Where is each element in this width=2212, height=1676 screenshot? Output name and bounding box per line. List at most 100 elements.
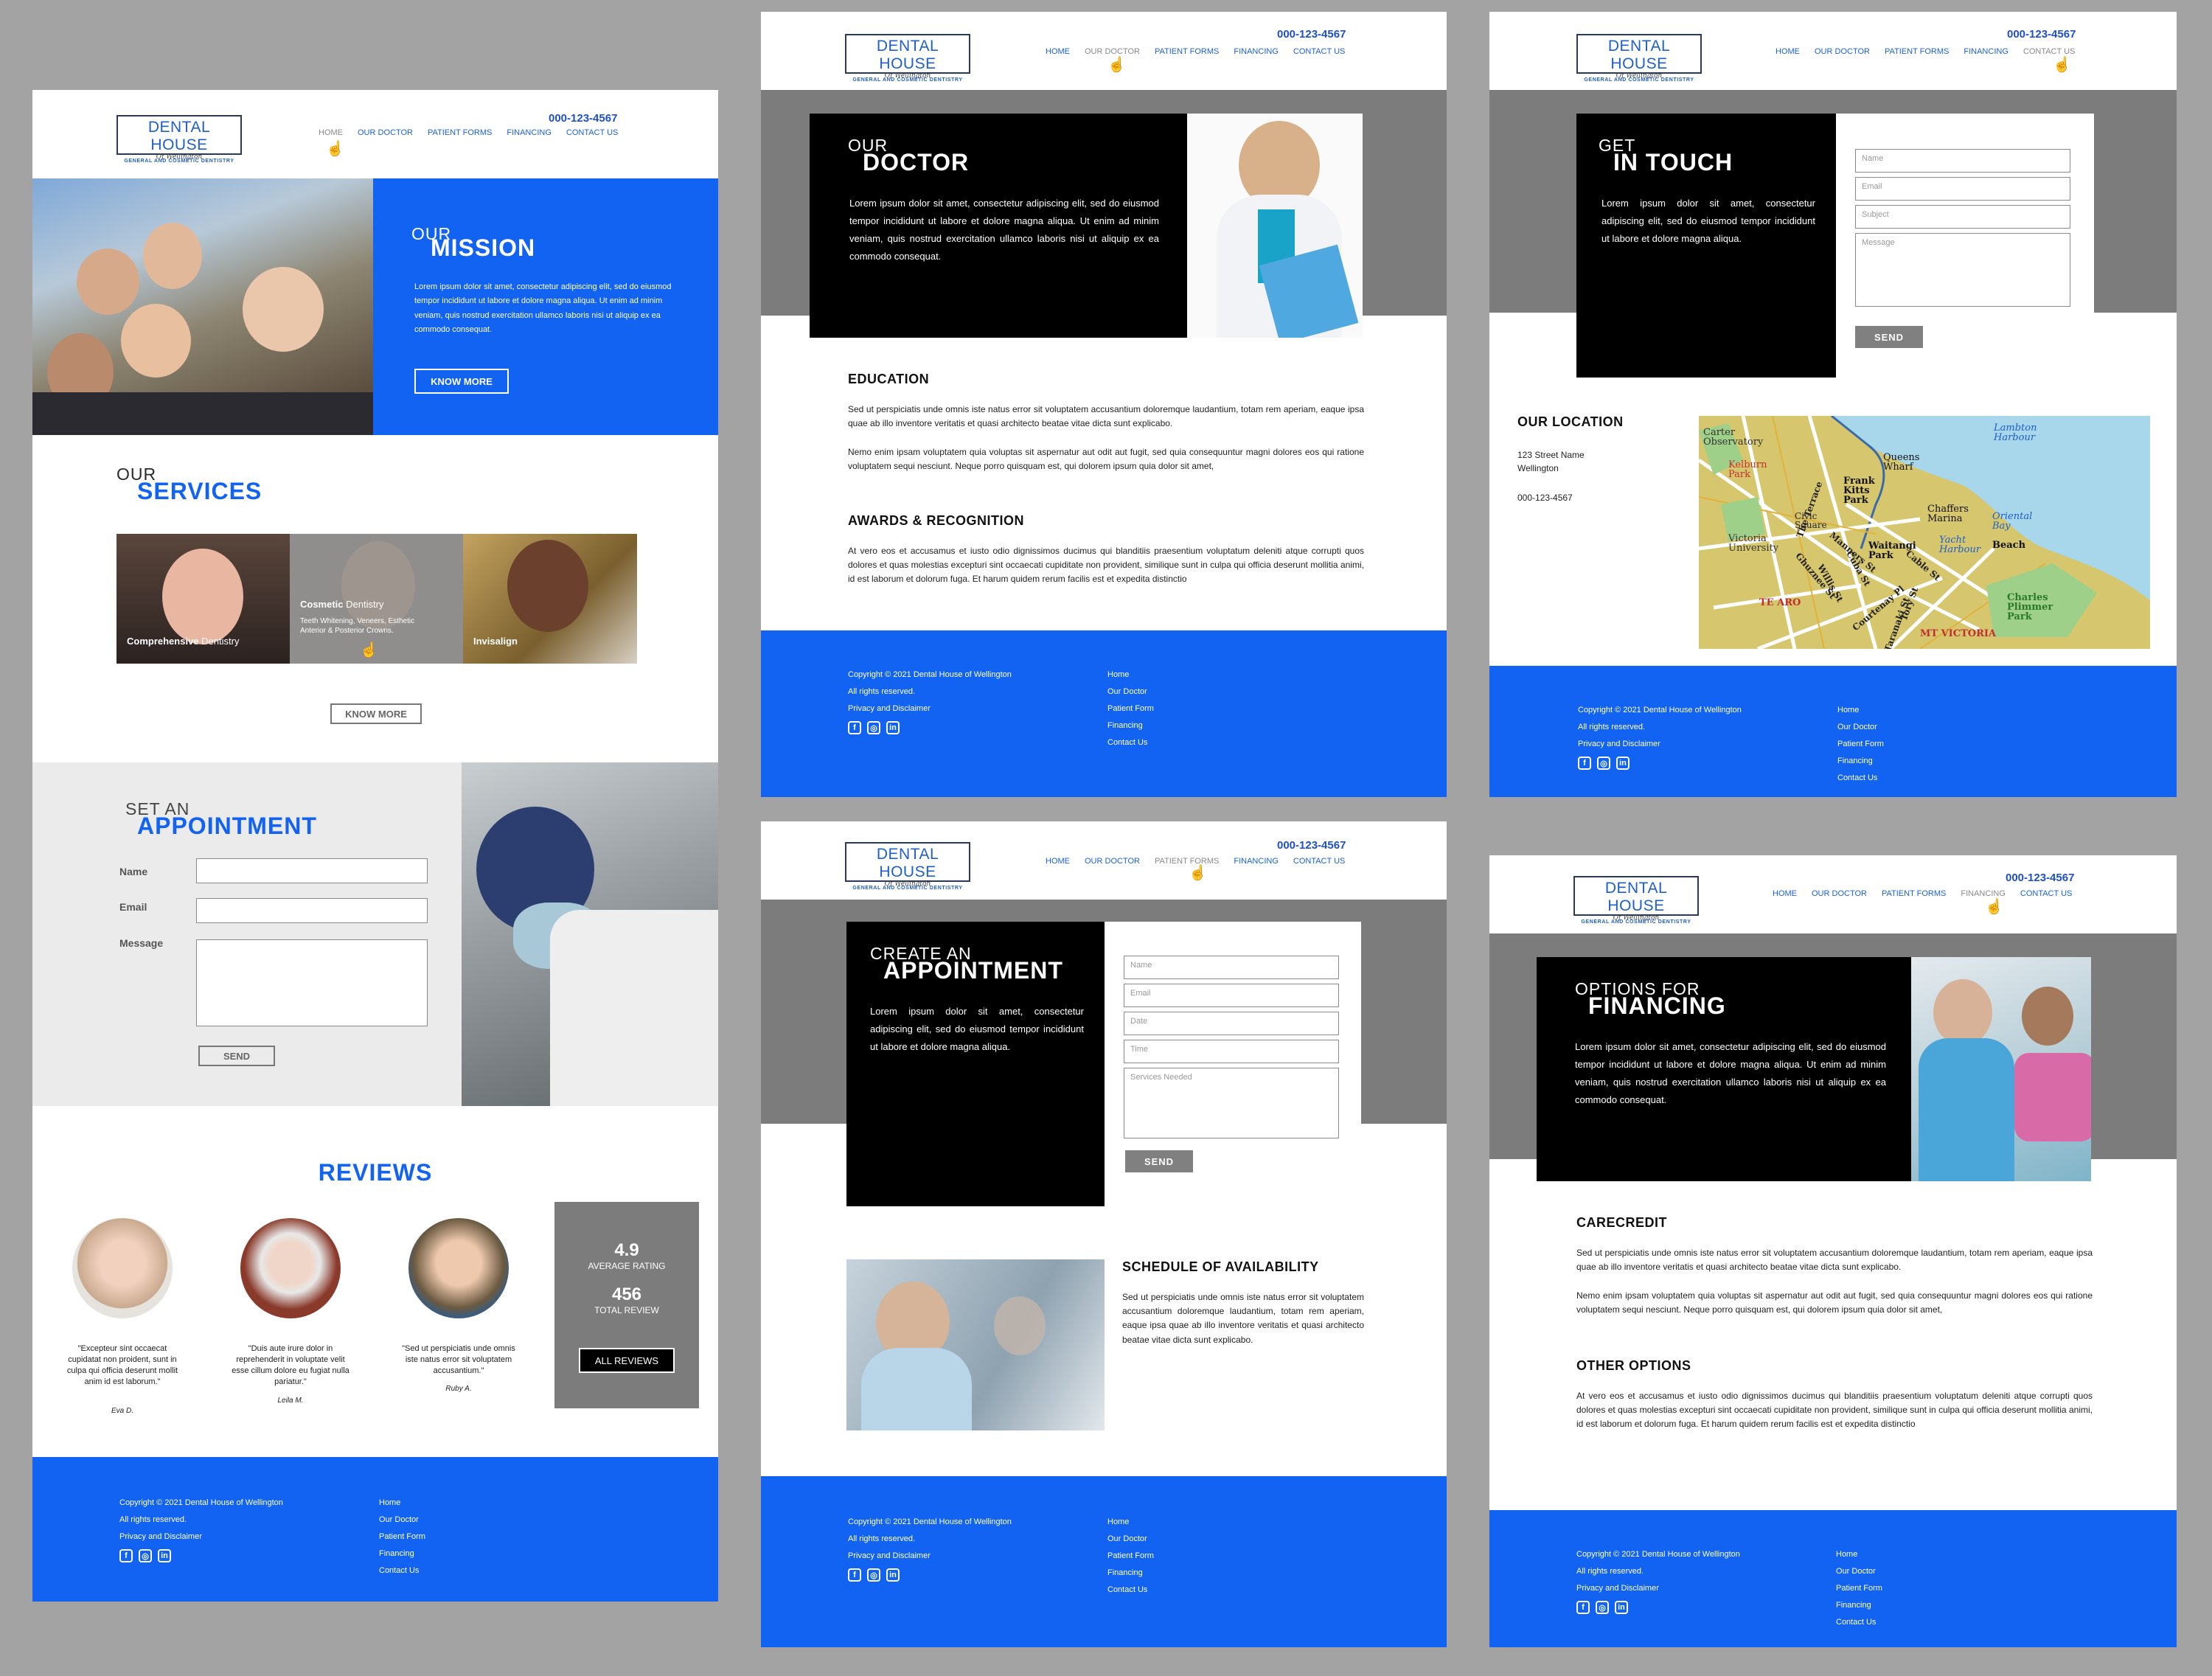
phone-number[interactable]: 000-123-4567	[1277, 28, 1346, 41]
nav-our-doctor[interactable]: OUR DOCTOR	[1085, 857, 1140, 866]
footer-link-home[interactable]: Home	[1836, 1550, 1882, 1559]
facebook-icon[interactable]: f	[1578, 757, 1591, 770]
footer-link-financing[interactable]: Financing	[1837, 757, 1884, 765]
nav-patient-forms[interactable]: PATIENT FORMS	[428, 128, 492, 137]
nav-our-doctor[interactable]: OUR DOCTOR	[1085, 47, 1140, 56]
form-email-input[interactable]: Email	[1124, 984, 1339, 1007]
footer-link-our-doctor[interactable]: Our Doctor	[1107, 687, 1154, 696]
service-card-cosmetic[interactable]: Cosmetic Dentistry Teeth Whitening, Vene…	[290, 534, 463, 664]
contact-name-input[interactable]: Name	[1855, 149, 2070, 173]
instagram-icon[interactable]: ◎	[1596, 1601, 1609, 1614]
service-card-comprehensive[interactable]: Comprehensive Dentistry	[116, 534, 290, 664]
linkedin-icon[interactable]: in	[886, 721, 900, 734]
form-name-input[interactable]: Name	[1124, 956, 1339, 979]
location-map[interactable]: Carter Observatory Kelburn Park Victoria…	[1699, 416, 2150, 649]
footer-link-contact-us[interactable]: Contact Us	[1107, 1585, 1154, 1594]
footer-privacy-link[interactable]: Privacy and Disclaimer	[848, 1551, 1012, 1560]
footer-link-home[interactable]: Home	[1107, 1517, 1154, 1526]
phone-number[interactable]: 000-123-4567	[1277, 839, 1346, 852]
facebook-icon[interactable]: f	[848, 1568, 861, 1582]
nav-patient-forms[interactable]: PATIENT FORMS	[1882, 889, 1946, 898]
logo[interactable]: DENTAL HOUSE Of Wellington GENERAL AND C…	[1573, 876, 1699, 925]
facebook-icon[interactable]: f	[848, 721, 861, 734]
linkedin-icon[interactable]: in	[1615, 1601, 1628, 1614]
logo[interactable]: DENTAL HOUSE Of Wellington GENERAL AND C…	[845, 842, 970, 891]
footer-link-contact-us[interactable]: Contact Us	[1107, 738, 1154, 747]
phone-number[interactable]: 000-123-4567	[2007, 28, 2076, 41]
nav-contact-us[interactable]: CONTACT US	[1293, 47, 1346, 56]
footer-privacy-link[interactable]: Privacy and Disclaimer	[119, 1532, 283, 1541]
instagram-icon[interactable]: ◎	[867, 721, 880, 734]
logo[interactable]: DENTAL HOUSE Of Wellington GENERAL AND C…	[845, 34, 970, 83]
footer-link-home[interactable]: Home	[1837, 706, 1884, 714]
contact-email-input[interactable]: Email	[1855, 177, 2070, 201]
contact-subject-input[interactable]: Subject	[1855, 205, 2070, 229]
message-textarea[interactable]	[196, 939, 428, 1026]
nav-contact-us[interactable]: CONTACT US	[566, 128, 619, 137]
form-date-input[interactable]: Date	[1124, 1012, 1339, 1035]
name-input[interactable]	[196, 858, 428, 883]
nav-financing[interactable]: FINANCING	[1964, 47, 2008, 56]
footer-link-patient-form[interactable]: Patient Form	[1107, 1551, 1154, 1560]
logo[interactable]: DENTAL HOUSE Of Wellington GENERAL AND C…	[1576, 34, 1702, 83]
footer-privacy-link[interactable]: Privacy and Disclaimer	[1578, 740, 1742, 748]
nav-financing[interactable]: FINANCING	[1234, 47, 1279, 56]
nav-our-doctor[interactable]: OUR DOCTOR	[1815, 47, 1870, 56]
nav-financing[interactable]: FINANCING	[507, 128, 552, 137]
logo[interactable]: DENTAL HOUSE Of Wellington GENERAL AND C…	[116, 115, 242, 164]
phone-number[interactable]: 000-123-4567	[2006, 872, 2074, 884]
instagram-icon[interactable]: ◎	[139, 1549, 152, 1562]
services-know-more-button[interactable]: KNOW MORE	[330, 703, 422, 724]
footer-link-financing[interactable]: Financing	[1107, 721, 1154, 730]
footer-link-contact-us[interactable]: Contact Us	[379, 1566, 425, 1575]
footer-link-patient-form[interactable]: Patient Form	[1837, 740, 1884, 748]
footer-link-our-doctor[interactable]: Our Doctor	[1107, 1534, 1154, 1543]
service-card-invisalign[interactable]: Invisalign	[463, 534, 637, 664]
linkedin-icon[interactable]: in	[1616, 757, 1630, 770]
nav-patient-forms[interactable]: PATIENT FORMS	[1155, 857, 1219, 866]
linkedin-icon[interactable]: in	[886, 1568, 900, 1582]
footer-privacy-link[interactable]: Privacy and Disclaimer	[1576, 1584, 1740, 1593]
form-time-input[interactable]: Time	[1124, 1040, 1339, 1063]
footer-link-our-doctor[interactable]: Our Doctor	[1837, 723, 1884, 731]
facebook-icon[interactable]: f	[119, 1549, 133, 1562]
contact-message-textarea[interactable]: Message	[1855, 233, 2070, 307]
nav-financing[interactable]: FINANCING	[1234, 857, 1279, 866]
footer-link-financing[interactable]: Financing	[1107, 1568, 1154, 1577]
footer-link-patient-form[interactable]: Patient Form	[1107, 704, 1154, 713]
instagram-icon[interactable]: ◎	[867, 1568, 880, 1582]
footer-link-home[interactable]: Home	[1107, 670, 1154, 679]
nav-our-doctor[interactable]: OUR DOCTOR	[358, 128, 413, 137]
appointment-send-button[interactable]: SEND	[198, 1046, 275, 1066]
mission-know-more-button[interactable]: KNOW MORE	[414, 369, 509, 394]
footer-link-financing[interactable]: Financing	[1836, 1601, 1882, 1610]
footer-link-patient-form[interactable]: Patient Form	[379, 1532, 425, 1541]
contact-send-button[interactable]: SEND	[1855, 326, 1923, 348]
footer-link-patient-form[interactable]: Patient Form	[1836, 1584, 1882, 1593]
nav-home[interactable]: HOME	[1773, 889, 1797, 898]
footer-link-our-doctor[interactable]: Our Doctor	[379, 1515, 425, 1524]
footer-link-home[interactable]: Home	[379, 1498, 425, 1507]
footer-link-contact-us[interactable]: Contact Us	[1837, 773, 1884, 782]
phone-number[interactable]: 000-123-4567	[549, 112, 617, 125]
nav-financing[interactable]: FINANCING	[1961, 889, 2006, 898]
nav-home[interactable]: HOME	[1775, 47, 1800, 56]
all-reviews-button[interactable]: ALL REVIEWS	[579, 1348, 675, 1373]
facebook-icon[interactable]: f	[1576, 1601, 1590, 1614]
email-input[interactable]	[196, 898, 428, 923]
form-services-textarea[interactable]: Services Needed	[1124, 1068, 1339, 1138]
nav-our-doctor[interactable]: OUR DOCTOR	[1812, 889, 1867, 898]
nav-patient-forms[interactable]: PATIENT FORMS	[1885, 47, 1949, 56]
footer-link-our-doctor[interactable]: Our Doctor	[1836, 1567, 1882, 1576]
nav-contact-us[interactable]: CONTACT US	[2020, 889, 2073, 898]
footer-link-financing[interactable]: Financing	[379, 1549, 425, 1558]
nav-contact-us[interactable]: CONTACT US	[1293, 857, 1346, 866]
footer-privacy-link[interactable]: Privacy and Disclaimer	[848, 704, 1012, 713]
footer-link-contact-us[interactable]: Contact Us	[1836, 1618, 1882, 1627]
linkedin-icon[interactable]: in	[158, 1549, 171, 1562]
nav-home[interactable]: HOME	[1046, 47, 1070, 56]
nav-contact-us[interactable]: CONTACT US	[2023, 47, 2076, 56]
nav-home[interactable]: HOME	[1046, 857, 1070, 866]
nav-patient-forms[interactable]: PATIENT FORMS	[1155, 47, 1219, 56]
nav-home[interactable]: HOME	[319, 128, 343, 137]
